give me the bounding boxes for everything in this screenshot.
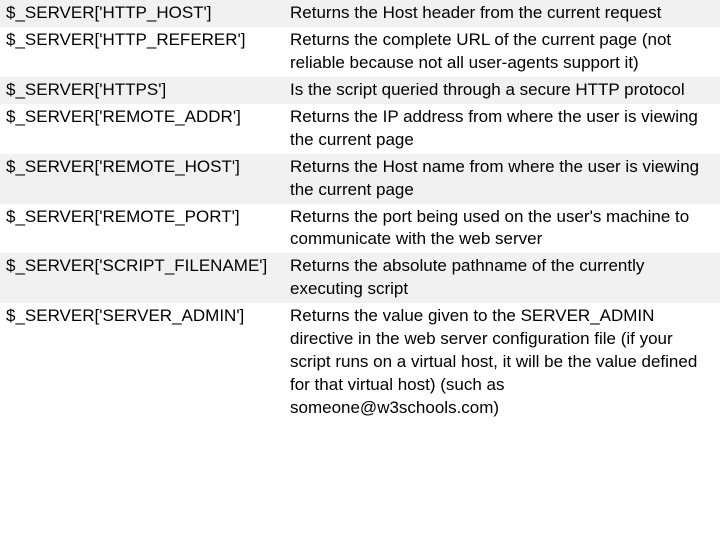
var-key: $_SERVER['SCRIPT_FILENAME'] [0,253,284,303]
table-row: $_SERVER['REMOTE_HOST'] Returns the Host… [0,154,720,204]
var-desc: Is the script queried through a secure H… [284,77,720,104]
var-key: $_SERVER['SERVER_ADMIN'] [0,303,284,422]
var-key: $_SERVER['HTTP_HOST'] [0,0,284,27]
var-desc: Returns the IP address from where the us… [284,104,720,154]
var-desc: Returns the value given to the SERVER_AD… [284,303,720,422]
var-key: $_SERVER['HTTPS'] [0,77,284,104]
var-desc: Returns the port being used on the user'… [284,204,720,254]
table-row: $_SERVER['SERVER_ADMIN'] Returns the val… [0,303,720,422]
var-key: $_SERVER['REMOTE_ADDR'] [0,104,284,154]
var-desc: Returns the complete URL of the current … [284,27,720,77]
table-row: $_SERVER['HTTPS'] Is the script queried … [0,77,720,104]
server-vars-table: $_SERVER['HTTP_HOST'] Returns the Host h… [0,0,720,422]
table-row: $_SERVER['SCRIPT_FILENAME'] Returns the … [0,253,720,303]
var-desc: Returns the Host header from the current… [284,0,720,27]
var-key: $_SERVER['REMOTE_HOST'] [0,154,284,204]
var-desc: Returns the Host name from where the use… [284,154,720,204]
table-row: $_SERVER['REMOTE_ADDR'] Returns the IP a… [0,104,720,154]
table-row: $_SERVER['REMOTE_PORT'] Returns the port… [0,204,720,254]
var-desc: Returns the absolute pathname of the cur… [284,253,720,303]
table-row: $_SERVER['HTTP_REFERER'] Returns the com… [0,27,720,77]
table-row: $_SERVER['HTTP_HOST'] Returns the Host h… [0,0,720,27]
var-key: $_SERVER['REMOTE_PORT'] [0,204,284,254]
var-key: $_SERVER['HTTP_REFERER'] [0,27,284,77]
